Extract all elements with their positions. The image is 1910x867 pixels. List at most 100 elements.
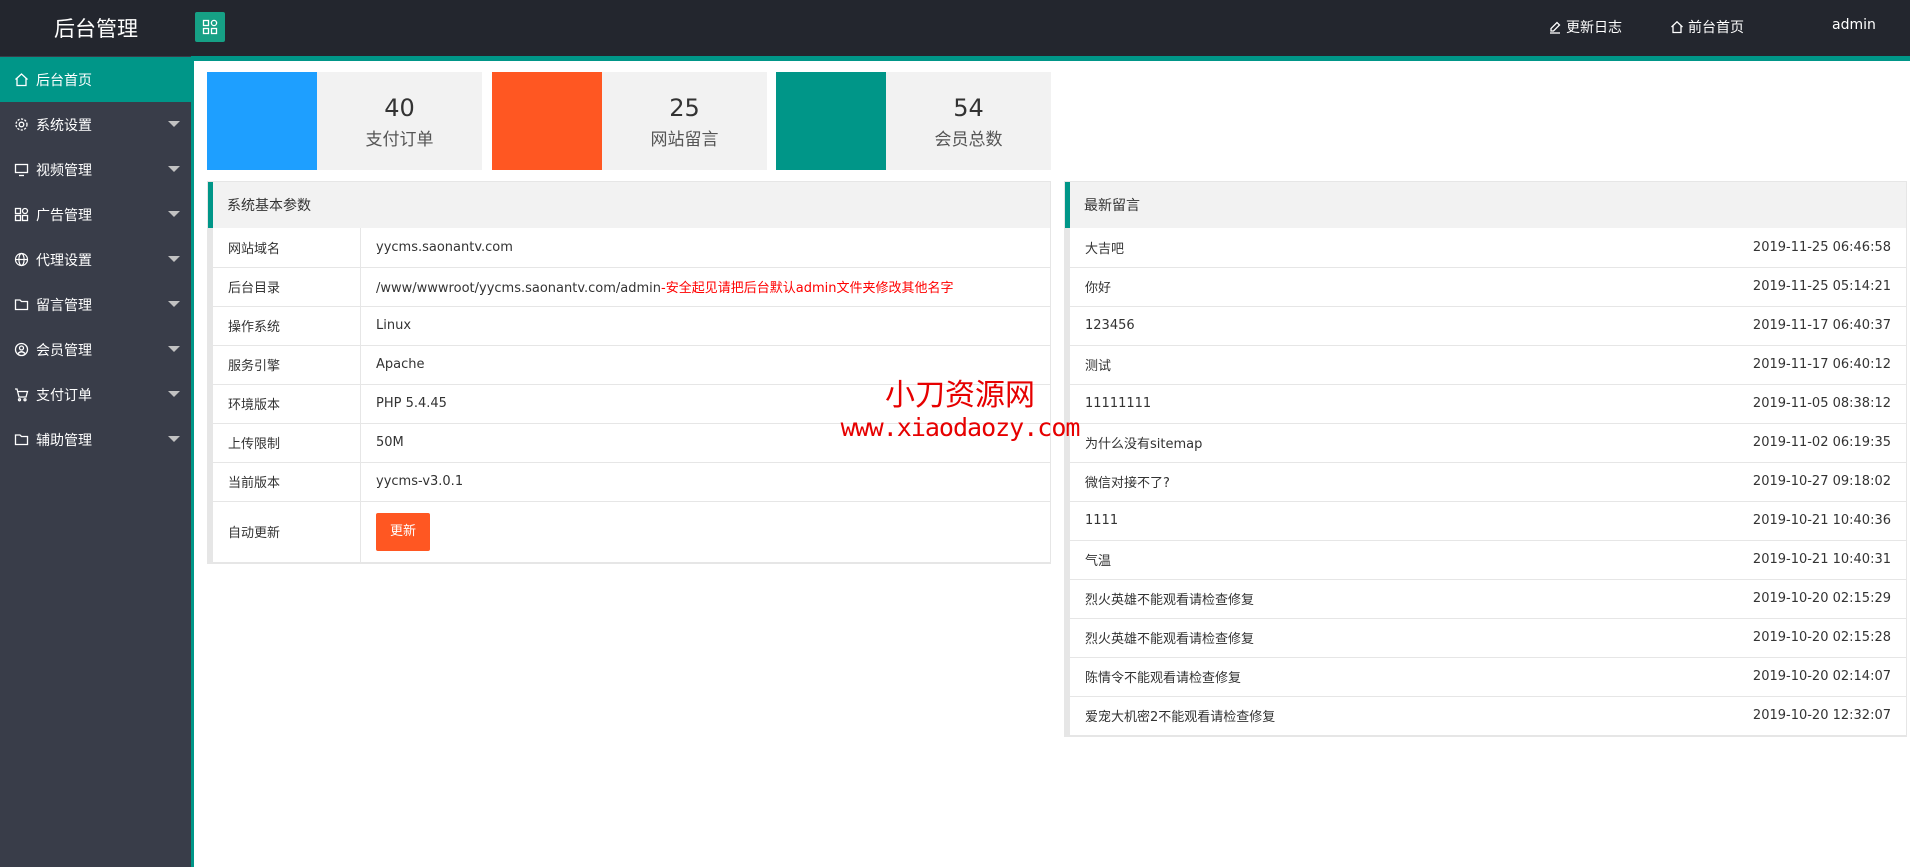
security-warning: -安全起见请把后台默认admin文件夹修改其他名字 xyxy=(661,281,954,296)
home-icon xyxy=(1671,20,1683,34)
info-value: yycms-v3.0.1 xyxy=(360,462,1050,502)
panel-title: 系统基本参数 xyxy=(208,182,1050,228)
message-time: 2019-10-20 12:32:07 xyxy=(1545,696,1906,736)
info-value-cell: 更新 xyxy=(360,501,1050,563)
table-row[interactable]: 陈情令不能观看请检查修复 2019-10-20 02:14:07 xyxy=(1067,657,1906,697)
sidebar-item-label: 广告管理 xyxy=(36,207,92,224)
menu-toggle-button[interactable] xyxy=(195,12,225,42)
message-time: 2019-10-27 09:18:02 xyxy=(1545,462,1906,502)
message-time: 2019-11-25 05:14:21 xyxy=(1545,267,1906,307)
message-text: 爱宠大机密2不能观看请检查修复 xyxy=(1067,696,1546,736)
info-key: 后台目录 xyxy=(210,267,361,307)
stat-card-members[interactable]: 54 会员总数 xyxy=(776,72,1051,170)
sidebar-item-auxiliary[interactable]: 辅助管理 xyxy=(0,417,194,462)
message-text: 1111 xyxy=(1067,501,1546,541)
cart-icon xyxy=(14,386,32,404)
panel-title: 最新留言 xyxy=(1065,182,1906,228)
user-icon xyxy=(14,341,32,359)
message-time: 2019-10-21 10:40:31 xyxy=(1545,540,1906,580)
message-time: 2019-10-20 02:14:07 xyxy=(1545,657,1906,697)
message-text: 烈火英雄不能观看请检查修复 xyxy=(1067,579,1546,619)
info-value: Linux xyxy=(360,306,1050,346)
sidebar-item-members[interactable]: 会员管理 xyxy=(0,327,194,372)
chevron-down-icon xyxy=(168,436,180,442)
sidebar: 后台首页 系统设置 视频管理 广告管理 代理设置 留言管理 会员管理 支付订单 … xyxy=(0,56,194,867)
folder-icon xyxy=(14,296,32,314)
table-row[interactable]: 你好 2019-11-25 05:14:21 xyxy=(1067,267,1906,307)
sidebar-item-video[interactable]: 视频管理 xyxy=(0,147,194,192)
latest-messages-panel: 最新留言 大吉吧 2019-11-25 06:46:58 你好 2019-11-25… xyxy=(1064,181,1907,737)
info-key: 操作系统 xyxy=(210,306,361,346)
message-text: 气温 xyxy=(1067,540,1546,580)
info-value-cell: /www/wwwroot/yycms.saonantv.com/admin-安全… xyxy=(360,267,1050,307)
message-time: 2019-11-02 06:19:35 xyxy=(1545,423,1906,463)
stat-label: 网站留言 xyxy=(650,130,719,150)
table-row[interactable]: 1111 2019-10-21 10:40:36 xyxy=(1067,501,1906,541)
edit-icon xyxy=(1550,21,1561,34)
stat-value: 25 xyxy=(669,94,700,122)
user-menu[interactable]: admin xyxy=(1832,17,1876,33)
table-row[interactable]: 11111111 2019-11-05 08:38:12 xyxy=(1067,384,1906,424)
table-row[interactable]: 爱宠大机密2不能观看请检查修复 2019-10-20 12:32:07 xyxy=(1067,696,1906,736)
table-row[interactable]: 为什么没有sitemap 2019-11-02 06:19:35 xyxy=(1067,423,1906,463)
messages-table: 大吉吧 2019-11-25 06:46:58 你好 2019-11-25 05:1… xyxy=(1065,228,1906,736)
table-row[interactable]: 微信对接不了? 2019-10-27 09:18:02 xyxy=(1067,462,1906,502)
changelog-link[interactable]: 更新日志 xyxy=(1548,17,1622,37)
folder-icon xyxy=(14,431,32,449)
chevron-down-icon xyxy=(168,391,180,397)
monitor-icon xyxy=(14,161,32,179)
stat-label: 会员总数 xyxy=(934,130,1003,150)
table-row: 网站域名 yycms.saonantv.com xyxy=(210,228,1050,268)
stat-card-messages[interactable]: 25 网站留言 xyxy=(492,72,767,170)
sidebar-item-label: 代理设置 xyxy=(36,252,92,269)
sidebar-item-label: 留言管理 xyxy=(36,297,92,314)
sidebar-item-label: 会员管理 xyxy=(36,342,92,359)
grid-icon xyxy=(202,19,218,35)
table-row: 后台目录 /www/wwwroot/yycms.saonantv.com/adm… xyxy=(210,267,1050,307)
chevron-down-icon xyxy=(168,166,180,172)
changelog-label: 更新日志 xyxy=(1566,20,1622,36)
table-row[interactable]: 烈火英雄不能观看请检查修复 2019-10-20 02:15:29 xyxy=(1067,579,1906,619)
sidebar-item-home[interactable]: 后台首页 xyxy=(0,57,194,102)
stat-card-orders[interactable]: 40 支付订单 xyxy=(207,72,482,170)
message-time: 2019-10-21 10:40:36 xyxy=(1545,501,1906,541)
update-button[interactable]: 更新 xyxy=(376,512,431,551)
gear-icon xyxy=(14,116,32,134)
sidebar-item-label: 后台首页 xyxy=(36,72,92,89)
frontend-home-link[interactable]: 前台首页 xyxy=(1670,17,1744,37)
chevron-down-icon xyxy=(168,211,180,217)
message-text: 123456 xyxy=(1067,306,1546,346)
table-row[interactable]: 123456 2019-11-17 06:40:37 xyxy=(1067,306,1906,346)
message-text: 烈火英雄不能观看请检查修复 xyxy=(1067,618,1546,658)
table-row[interactable]: 大吉吧 2019-11-25 06:46:58 xyxy=(1067,228,1906,268)
info-key: 上传限制 xyxy=(210,423,361,463)
table-row[interactable]: 烈火英雄不能观看请检查修复 2019-10-20 02:15:28 xyxy=(1067,618,1906,658)
sidebar-item-orders[interactable]: 支付订单 xyxy=(0,372,194,417)
message-time: 2019-10-20 02:15:28 xyxy=(1545,618,1906,658)
chevron-down-icon xyxy=(168,346,180,352)
message-time: 2019-10-20 02:15:29 xyxy=(1545,579,1906,619)
message-text: 测试 xyxy=(1067,345,1546,385)
home-icon xyxy=(14,71,32,89)
message-text: 你好 xyxy=(1067,267,1546,307)
chevron-down-icon xyxy=(168,121,180,127)
sidebar-item-messages[interactable]: 留言管理 xyxy=(0,282,194,327)
info-key: 自动更新 xyxy=(210,501,361,563)
apps-icon xyxy=(14,206,32,224)
message-text: 陈情令不能观看请检查修复 xyxy=(1067,657,1546,697)
globe-icon xyxy=(14,251,32,269)
watermark-url: www.xiaodaozy.com xyxy=(840,413,1081,442)
frontend-home-label: 前台首页 xyxy=(1688,20,1744,36)
sidebar-item-label: 辅助管理 xyxy=(36,432,92,449)
table-row[interactable]: 测试 2019-11-17 06:40:12 xyxy=(1067,345,1906,385)
info-key: 当前版本 xyxy=(210,462,361,502)
sidebar-item-label: 系统设置 xyxy=(36,117,92,134)
table-row[interactable]: 气温 2019-10-21 10:40:31 xyxy=(1067,540,1906,580)
sidebar-item-label: 支付订单 xyxy=(36,387,92,404)
sidebar-item-system-settings[interactable]: 系统设置 xyxy=(0,102,194,147)
header-accent-line xyxy=(0,56,1910,61)
sidebar-item-ads[interactable]: 广告管理 xyxy=(0,192,194,237)
stat-color-block xyxy=(207,72,317,170)
sidebar-item-proxy[interactable]: 代理设置 xyxy=(0,237,194,282)
message-time: 2019-11-17 06:40:12 xyxy=(1545,345,1906,385)
